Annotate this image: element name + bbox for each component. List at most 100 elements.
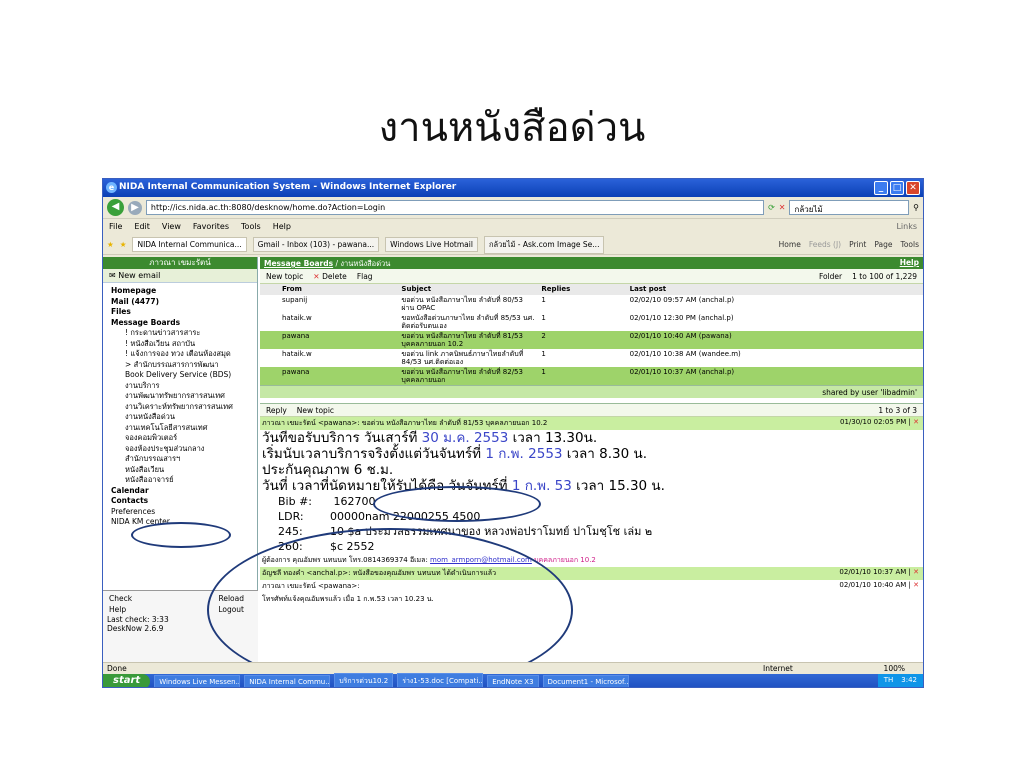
menu-file[interactable]: File <box>109 222 122 232</box>
home-button[interactable]: Home <box>779 240 801 249</box>
reply-button[interactable]: Reply <box>266 406 287 415</box>
bib-record: Bib #: 162700 LDR: 00000nam 22000255 4500 2… <box>260 494 923 554</box>
tree-item[interactable]: สำนักบรรณสารฯ <box>107 454 253 465</box>
cell-from: pawana <box>260 367 399 385</box>
tree-item[interactable]: Files <box>107 307 253 318</box>
tree-item[interactable]: > สำนักบรรณสารการพัฒนา <box>107 360 253 371</box>
menu-tools[interactable]: Tools <box>241 222 261 232</box>
tree-item[interactable]: งานพัฒนาทรัพยากรสารสนเทศ <box>107 391 253 402</box>
tab-hotmail[interactable]: Windows Live Hotmail <box>385 237 478 252</box>
breadcrumb-link[interactable]: Message Boards <box>264 259 333 268</box>
print-button[interactable]: Print <box>849 240 866 249</box>
table-row[interactable]: supanij ขอด่วน หนังสือภาษาไทย ลำดับที่ 80… <box>260 295 923 313</box>
tree-item[interactable]: Preferences <box>107 507 253 518</box>
tree-item[interactable]: Mail (4477) <box>107 297 253 308</box>
delete-button[interactable]: ✕ Delete <box>313 272 347 281</box>
thread-toolbar: Reply New topic 1 to 3 of 3 <box>260 403 923 417</box>
tree-item[interactable]: งานเทคโนโลยีสารสนเทศ <box>107 423 253 434</box>
tree-item[interactable]: งานบริการ <box>107 381 253 392</box>
new-topic-button-2[interactable]: New topic <box>297 406 334 415</box>
post-line-part: วันที่ เวลาที่นัดหมายให้รับได้คือ วันจัน… <box>262 478 512 494</box>
page-button[interactable]: Page <box>874 240 892 249</box>
table-row[interactable]: hataik.w ขอหนังสือด่วนภาษาไทย ลำดับที่ 85… <box>260 313 923 331</box>
tree-item[interactable]: NIDA KM center <box>107 517 253 528</box>
check-button[interactable]: Check <box>109 594 132 603</box>
tree-item[interactable]: ! แจ้งการจอง ทวง เตือนห้องสมุด <box>107 349 253 360</box>
col-from[interactable]: From <box>260 284 399 295</box>
reload-button[interactable]: Reload <box>218 594 244 603</box>
tree-item[interactable]: ! หนังสือเวียน สถาบัน <box>107 339 253 350</box>
table-row[interactable]: pawana ขอด่วน หนังสือภาษาไทย ลำดับที่ 81/… <box>260 331 923 349</box>
thread-range: 1 to 3 of 3 <box>878 406 917 415</box>
search-input[interactable]: กล้วยไม้ <box>789 200 910 215</box>
task-endnote[interactable]: EndNote X3 <box>487 674 539 687</box>
logout-button[interactable]: Logout <box>218 605 244 614</box>
folder-button[interactable]: Folder <box>819 272 842 281</box>
search-icon[interactable]: ⚲ <box>913 203 919 212</box>
task-messenger[interactable]: Windows Live Messen... <box>154 674 241 687</box>
table-row[interactable]: hataik.w ขอด่วน link ภาคนิพนธ์ภาษาไทยลำดั… <box>260 349 923 367</box>
col-last-post[interactable]: Last post <box>626 284 923 295</box>
menu-favorites[interactable]: Favorites <box>193 222 229 232</box>
tree-item[interactable]: Book Delivery Service (BDS) <box>107 370 253 381</box>
email-link[interactable]: mom_armporn@hotmail.com <box>430 556 532 564</box>
back-icon[interactable]: ◀ <box>107 199 124 216</box>
cell-last: 02/01/10 10:40 AM (pawana) <box>626 331 923 349</box>
minimize-button[interactable]: _ <box>874 181 888 195</box>
stop-icon[interactable]: ✕ <box>779 203 786 212</box>
links-label[interactable]: Links <box>896 222 917 231</box>
post-line-part: วันที่ขอรับบริการ วันเสาร์ที่ <box>262 430 422 446</box>
feeds-button[interactable]: Feeds (J) <box>809 240 841 249</box>
tree-item[interactable]: งานหนังสือด่วน <box>107 412 253 423</box>
tools-button[interactable]: Tools <box>901 240 919 249</box>
tree-item[interactable]: ! กระดานข่าวสารสาระ <box>107 328 253 339</box>
tree-item[interactable]: หนังสือเวียน <box>107 465 253 476</box>
tree-item[interactable]: หนังสืออาจารย์ <box>107 475 253 486</box>
reply2-title: ภาวณา เขมะรัตน์ <pawana>: <box>262 582 360 590</box>
language-indicator[interactable]: TH <box>884 676 894 687</box>
new-email-button[interactable]: ✉ New email <box>103 269 257 283</box>
help-button[interactable]: Help <box>109 605 126 614</box>
post-line-part: เริ่มนับเวลาบริการจริงตั้งแต่วันจันทร์ที… <box>262 446 486 462</box>
tree-item[interactable]: Homepage <box>107 286 253 297</box>
task-document[interactable]: Document1 - Microsof... <box>542 674 629 687</box>
task-word[interactable]: ร่าง1-53.doc [Compati... <box>397 673 484 687</box>
help-link[interactable]: Help <box>900 258 919 267</box>
tree-item[interactable]: งานวิเคราะห์ทรัพยากรสารสนเทศ <box>107 402 253 413</box>
delete-reply2-icon[interactable]: ✕ <box>913 581 919 589</box>
tree-item[interactable]: จองคอมพิวเตอร์ <box>107 433 253 444</box>
menu-view[interactable]: View <box>162 222 181 232</box>
cell-subject: ขอด่วน link ภาคนิพนธ์ภาษาไทยลำดับที่ 84/… <box>398 349 539 367</box>
col-replies[interactable]: Replies <box>538 284 627 295</box>
task-nida[interactable]: NIDA Internal Commu... <box>244 674 331 687</box>
delete-reply-icon[interactable]: ✕ <box>913 568 919 576</box>
flag-button[interactable]: Flag <box>357 272 373 281</box>
close-button[interactable]: ✕ <box>906 181 920 195</box>
table-row[interactable]: pawana ขอด่วน หนังสือภาษาไทย ลำดับที่ 82/… <box>260 367 923 385</box>
menu-edit[interactable]: Edit <box>134 222 150 232</box>
tab-nida[interactable]: NIDA Internal Communica... <box>132 237 247 252</box>
tree-item[interactable]: Message Boards <box>107 318 253 329</box>
tree-item[interactable]: จองห้องประชุมส่วนกลาง <box>107 444 253 455</box>
maximize-button[interactable]: □ <box>890 181 904 195</box>
tree-item[interactable]: Contacts <box>107 496 253 507</box>
tree-item[interactable]: Calendar <box>107 486 253 497</box>
delete-post-icon[interactable]: ✕ <box>913 418 919 426</box>
zoom-level[interactable]: 100% <box>884 664 905 673</box>
refresh-icon[interactable]: ⟳ <box>768 203 775 212</box>
bib-value: 00000nam 22000255 4500 <box>330 510 481 523</box>
url-input[interactable]: http://ics.nida.ac.th:8080/desknow/home.… <box>145 200 765 215</box>
tab-ask[interactable]: กล้วยไม้ - Ask.com Image Se... <box>483 235 605 254</box>
favorites-star-icon[interactable]: ★ <box>107 240 114 249</box>
post-line-part: 30 ม.ค. 2553 <box>421 430 509 446</box>
col-subject[interactable]: Subject <box>398 284 539 295</box>
post-line-part: 1 ก.พ. 2553 <box>485 446 563 462</box>
tab-gmail[interactable]: Gmail - Inbox (103) - pawana... <box>252 237 380 252</box>
status-bar: Done Internet 100% <box>103 662 923 674</box>
new-topic-button[interactable]: New topic <box>266 272 303 281</box>
menu-help[interactable]: Help <box>273 222 291 232</box>
forward-icon[interactable]: ▶ <box>127 200 142 215</box>
add-favorite-icon[interactable]: ★ <box>120 240 127 249</box>
start-button[interactable]: start <box>103 674 151 687</box>
task-folder[interactable]: บริการด่วน10.2 <box>334 673 394 687</box>
